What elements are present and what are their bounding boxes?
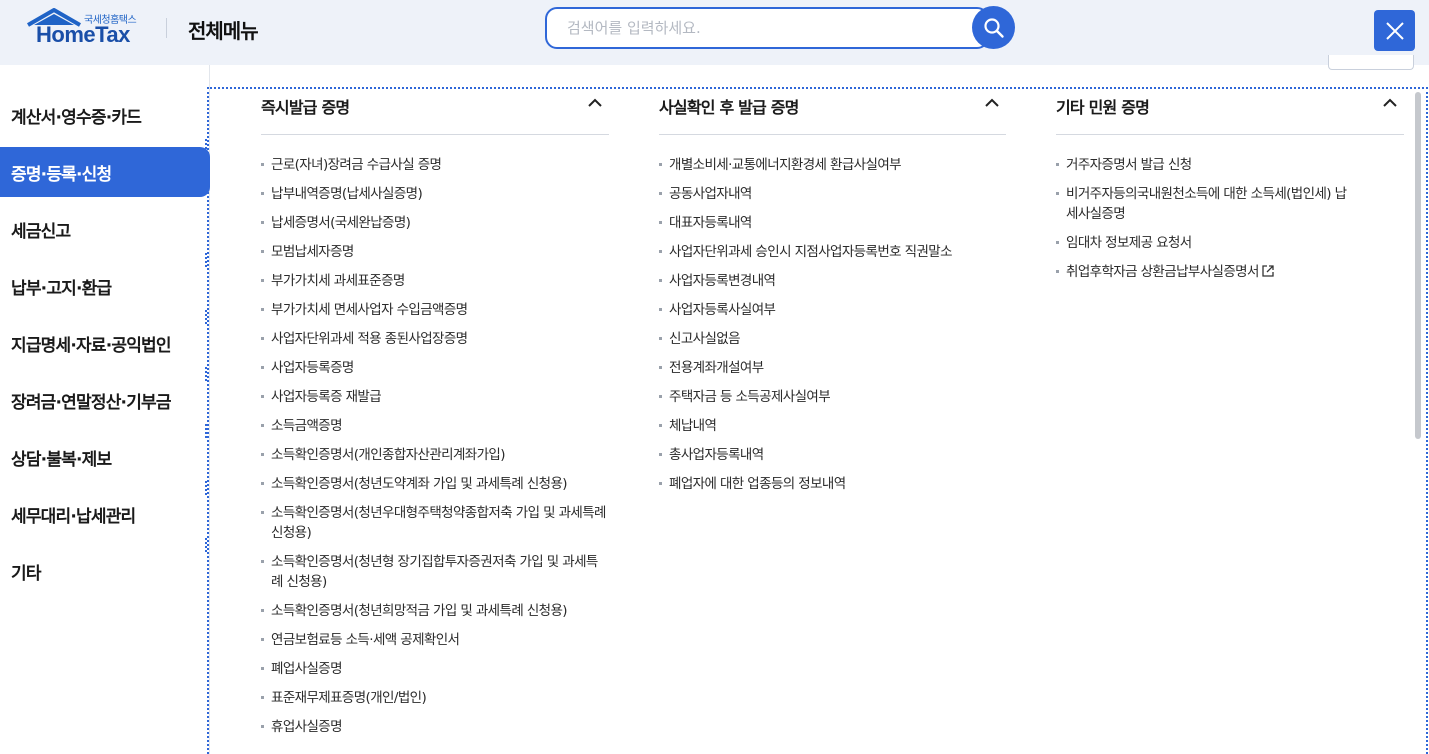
column-instant-certificates: 즉시발급 증명 근로(자녀)장려금 수급사실 증명 납부내역증명(납세사실증명)… [261, 93, 609, 746]
list-item-label: 취업후학자금 상환금납부사실증명서 [1066, 264, 1259, 280]
link-list: 개별소비세·교통에너지환경세 환급사실여부 공동사업자내역 대표자등록내역 사업… [659, 155, 1006, 494]
list-item[interactable]: 부가가치세 면세사업자 수입금액증명 [261, 300, 609, 320]
list-item[interactable]: 소득확인증명서(청년형 장기집합투자증권저축 가입 및 과세특례 신청용) [261, 552, 609, 592]
list-item[interactable]: 모범납세자증명 [261, 242, 609, 262]
list-item[interactable]: 사업자등록사실여부 [659, 300, 1006, 320]
sidebar-item-invoice-receipt-card[interactable]: 계산서·영수증·카드 [0, 90, 210, 140]
list-item[interactable]: 사업자등록증명 [261, 358, 609, 378]
column-header: 사실확인 후 발급 증명 [659, 93, 1006, 135]
list-item[interactable]: 폐업자에 대한 업종등의 정보내역 [659, 474, 1006, 494]
list-item[interactable]: 표준재무제표증명(개인/법인) [261, 688, 609, 708]
list-item[interactable]: 주택자금 등 소득공제사실여부 [659, 387, 1006, 407]
list-item[interactable]: 소득확인증명서(개인종합자산관리계좌가입) [261, 445, 609, 465]
list-item[interactable]: 연금보험료등 소득·세액 공제확인서 [261, 630, 609, 650]
header-divider [166, 18, 167, 38]
column-header: 즉시발급 증명 [261, 93, 609, 135]
list-item[interactable]: 근로(자녀)장려금 수급사실 증명 [261, 155, 609, 175]
page-title: 전체메뉴 [188, 19, 259, 43]
sidebar-item-certificate-registration[interactable]: 증명·등록·신청 [0, 147, 210, 197]
list-item[interactable]: 휴업사실증명 [261, 717, 609, 737]
logo-title: HomeTax [36, 22, 130, 47]
sidebar-item-tax-agent[interactable]: 세무대리·납세관리 [0, 489, 210, 539]
search-box [545, 7, 989, 49]
column-verified-certificates: 사실확인 후 발급 증명 개별소비세·교통에너지환경세 환급사실여부 공동사업자… [659, 93, 1006, 503]
close-menu-button[interactable] [1374, 10, 1415, 51]
column-title: 사실확인 후 발급 증명 [659, 98, 799, 117]
chevron-up-icon[interactable] [587, 95, 603, 111]
column-header: 기타 민원 증명 [1056, 93, 1404, 135]
list-item[interactable]: 부가가치세 과세표준증명 [261, 271, 609, 291]
chevron-up-icon[interactable] [1382, 95, 1398, 111]
list-item[interactable]: 사업자등록변경내역 [659, 271, 1006, 291]
column-other-certificates: 기타 민원 증명 거주자증명서 발급 신청 비거주자등의국내원천소득에 대한 소… [1056, 93, 1404, 291]
sidebar-item-consultation-appeal[interactable]: 상담·불복·제보 [0, 432, 210, 482]
sidebar-item-incentive-settlement[interactable]: 장려금·연말정산·기부금 [0, 375, 210, 425]
list-item[interactable]: 임대차 정보제공 요청서 [1056, 233, 1356, 253]
external-link-icon [1262, 265, 1274, 277]
list-item[interactable]: 사업자단위과세 적용 종된사업장증명 [261, 329, 609, 349]
column-title: 즉시발급 증명 [261, 98, 350, 117]
list-item[interactable]: 개별소비세·교통에너지환경세 환급사실여부 [659, 155, 1006, 175]
list-item[interactable]: 비거주자등의국내원천소득에 대한 소득세(법인세) 납세사실증명 [1056, 184, 1356, 224]
list-item[interactable]: 폐업사실증명 [261, 659, 609, 679]
list-item[interactable]: 거주자증명서 발급 신청 [1056, 155, 1356, 175]
sidebar-item-tax-filing[interactable]: 세금신고 [0, 204, 210, 254]
chevron-up-icon[interactable] [984, 95, 1000, 111]
list-item[interactable]: 취업후학자금 상환금납부사실증명서 [1056, 262, 1404, 282]
hometax-logo[interactable]: 국세청홈택스 HomeTax [26, 8, 148, 48]
list-item[interactable]: 사업자등록증 재발급 [261, 387, 609, 407]
scrollbar[interactable] [1415, 92, 1421, 439]
list-item[interactable]: 소득확인증명서(청년도약계좌 가입 및 과세특례 신청용) [261, 474, 609, 494]
sidebar-item-payment-refund[interactable]: 납부·고지·환급 [0, 261, 210, 311]
close-icon [1385, 21, 1404, 40]
list-item[interactable]: 소득확인증명서(청년희망적금 가입 및 과세특례 신청용) [261, 601, 609, 621]
list-item[interactable]: 대표자등록내역 [659, 213, 1006, 233]
header: 국세청홈택스 HomeTax 전체메뉴 [0, 0, 1429, 65]
list-item[interactable]: 신고사실없음 [659, 329, 1006, 349]
search-input[interactable] [547, 9, 947, 47]
sidebar-item-payment-statement[interactable]: 지급명세·자료·공익법인 [0, 318, 210, 368]
list-item[interactable]: 총사업자등록내역 [659, 445, 1006, 465]
sidebar-item-etc[interactable]: 기타 [0, 546, 210, 596]
link-list: 근로(자녀)장려금 수급사실 증명 납부내역증명(납세사실증명) 납세증명서(국… [261, 155, 609, 737]
column-title: 기타 민원 증명 [1056, 98, 1150, 117]
list-item[interactable]: 체납내역 [659, 416, 1006, 436]
list-item[interactable]: 납부내역증명(납세사실증명) [261, 184, 609, 204]
list-item[interactable]: 소득확인증명서(청년우대형주택청약종합저축 가입 및 과세특례 신청용) [261, 503, 609, 543]
search-button[interactable] [972, 6, 1015, 49]
search-icon [983, 17, 1004, 38]
list-item[interactable]: 공동사업자내역 [659, 184, 1006, 204]
list-item[interactable]: 전용계좌개설여부 [659, 358, 1006, 378]
list-item[interactable]: 사업자단위과세 승인시 지점사업자등록번호 직권말소 [659, 242, 1006, 262]
list-item[interactable]: 납세증명서(국세완납증명) [261, 213, 609, 233]
collapsed-panel-edge [1328, 55, 1414, 70]
link-list: 거주자증명서 발급 신청 비거주자등의국내원천소득에 대한 소득세(법인세) 납… [1056, 155, 1404, 282]
list-item[interactable]: 소득금액증명 [261, 416, 609, 436]
sidebar: 계산서·영수증·카드 증명·등록·신청 세금신고 납부·고지·환급 지급명세·자… [0, 65, 210, 754]
